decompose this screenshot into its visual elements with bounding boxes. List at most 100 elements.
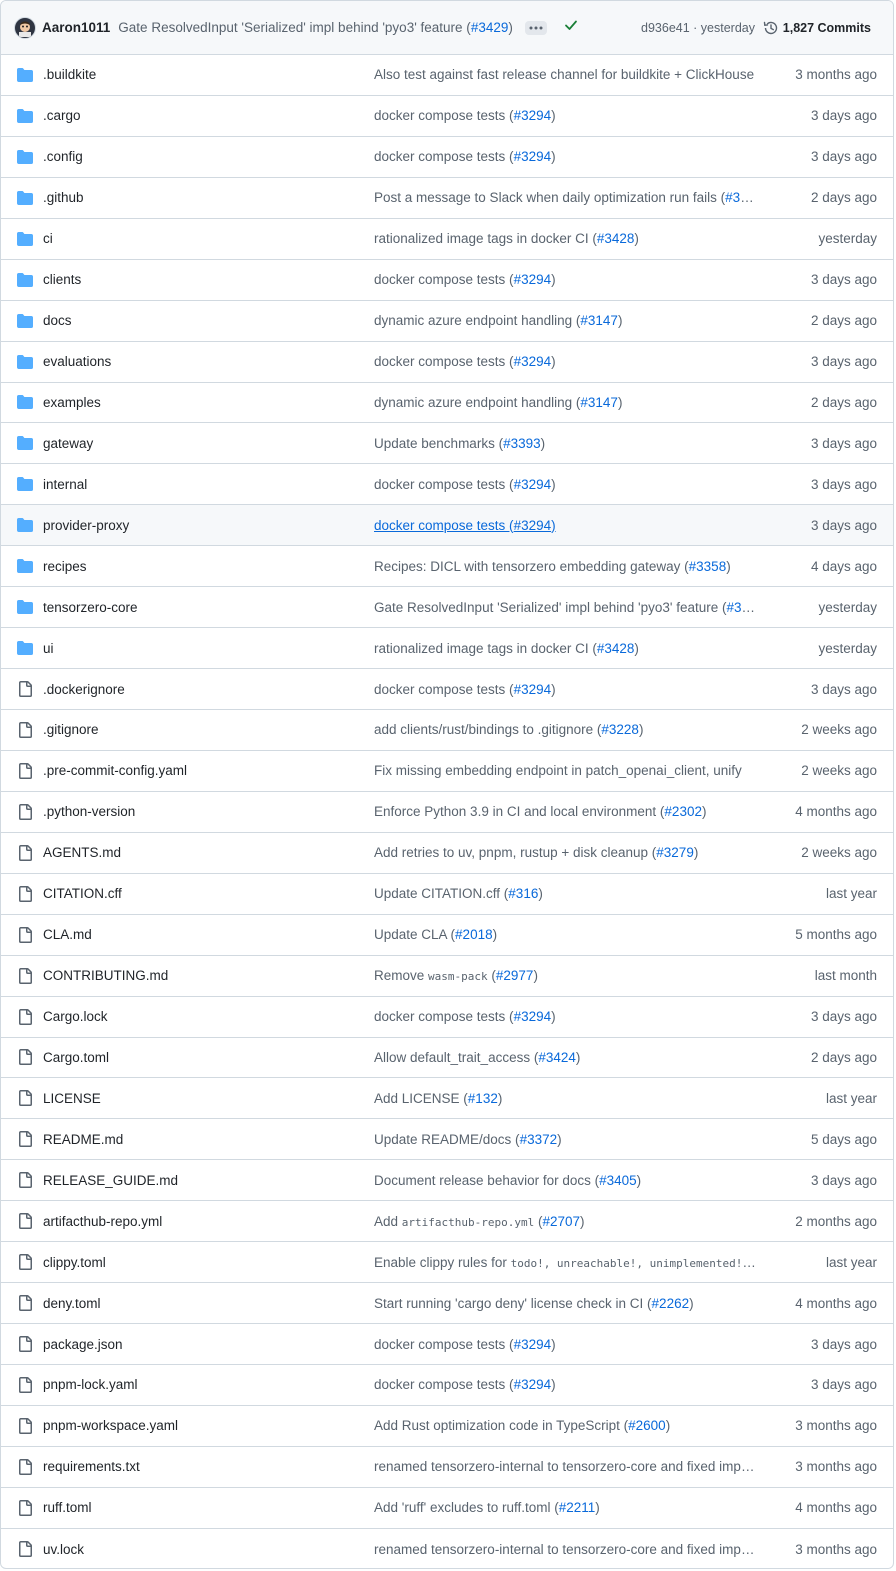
file-row[interactable]: .dockerignore docker compose tests (#3294… [1, 669, 893, 710]
commit-message-text[interactable]: docker compose tests ( [374, 1337, 514, 1352]
entry-name-link[interactable]: docs [43, 313, 72, 328]
pr-link[interactable]: #3428 [597, 231, 635, 246]
entry-name-link[interactable]: clippy.toml [43, 1255, 106, 1270]
commit-message-text[interactable]: docker compose tests ( [374, 149, 514, 164]
pr-link[interactable]: #3428 [597, 641, 635, 656]
folder-row[interactable]: .cargo docker compose tests (#3294) 3 days… [1, 96, 893, 137]
commit-message-text[interactable]: renamed tensorzero-internal to tensorzer… [374, 1459, 757, 1474]
file-row[interactable]: pnpm-workspace.yaml Add Rust optimization… [1, 1406, 893, 1447]
entry-commit-age[interactable]: 2 weeks ago [801, 763, 877, 778]
entry-commit-message[interactable]: docker compose tests (#3294) [374, 682, 757, 697]
folder-row[interactable]: clients docker compose tests (#3294) 3 day… [1, 260, 893, 301]
file-row[interactable]: ruff.toml Add 'ruff' excludes to ruff.tom… [1, 1488, 893, 1529]
entry-commit-age[interactable]: 4 months ago [795, 1296, 877, 1311]
file-row[interactable]: Cargo.lock docker compose tests (#3294) 3 … [1, 997, 893, 1038]
entry-commit-age[interactable]: 5 days ago [811, 1132, 877, 1147]
commit-message-text[interactable]: docker compose tests ( [374, 1377, 514, 1392]
pr-link[interactable]: #132 [468, 1091, 498, 1106]
commit-message-text[interactable]: Recipes: DICL with tensorzero embedding … [374, 559, 689, 574]
folder-row[interactable]: ci rationalized image tags in docker CI (… [1, 219, 893, 260]
pr-link[interactable]: #3294 [514, 108, 552, 123]
file-row[interactable]: package.json docker compose tests (#3294)… [1, 1324, 893, 1365]
entry-commit-message[interactable]: Add retries to uv, pnpm, rustup + disk c… [374, 845, 757, 860]
pr-link[interactable]: #3228 [601, 722, 639, 737]
entry-commit-message[interactable]: Update benchmarks (#3393) [374, 436, 757, 451]
pr-link[interactable]: #3429 [727, 600, 757, 615]
author-avatar[interactable] [14, 16, 36, 39]
pr-link[interactable]: #3294 [514, 477, 552, 492]
entry-name-link[interactable]: Cargo.lock [43, 1009, 108, 1024]
file-row[interactable]: clippy.toml Enable clippy rules for todo!… [1, 1242, 893, 1284]
pr-link[interactable]: #2018 [455, 927, 493, 942]
folder-row[interactable]: .github Post a message to Slack when dail… [1, 178, 893, 219]
entry-name-link[interactable]: .python-version [43, 804, 135, 819]
entry-name-link[interactable]: RELEASE_GUIDE.md [43, 1173, 178, 1188]
entry-name-link[interactable]: CITATION.cff [43, 886, 122, 901]
entry-commit-age[interactable]: 3 months ago [795, 1459, 877, 1474]
folder-row[interactable]: internal docker compose tests (#3294) 3 da… [1, 464, 893, 506]
entry-commit-age[interactable]: 3 days ago [811, 682, 877, 697]
file-row[interactable]: pnpm-lock.yaml docker compose tests (#329… [1, 1365, 893, 1406]
entry-name-link[interactable]: ruff.toml [43, 1500, 92, 1515]
entry-name-link[interactable]: AGENTS.md [43, 845, 121, 860]
entry-commit-age[interactable]: 4 months ago [795, 1500, 877, 1515]
entry-commit-message[interactable]: docker compose tests (#3294) [374, 108, 757, 123]
entry-commit-message[interactable]: Add LICENSE (#132) [374, 1091, 757, 1106]
folder-row[interactable]: provider-proxy docker compose tests (#329… [1, 505, 893, 547]
file-row[interactable]: .python-version Enforce Python 3.9 in CI … [1, 792, 893, 833]
entry-commit-message[interactable]: Add Rust optimization code in TypeScript… [374, 1418, 757, 1433]
entry-name-link[interactable]: .config [43, 149, 83, 164]
commit-message-text[interactable]: docker compose tests ( [374, 518, 514, 533]
commit-sha[interactable]: d936e41 [641, 21, 690, 35]
entry-commit-age[interactable]: 2 weeks ago [801, 845, 877, 860]
pr-link[interactable]: #3400 [725, 190, 757, 205]
entry-commit-age[interactable]: 3 days ago [811, 149, 877, 164]
entry-commit-message[interactable]: rationalized image tags in docker CI (#3… [374, 641, 757, 656]
file-row[interactable]: artifacthub-repo.yml Add artifacthub-repo… [1, 1201, 893, 1243]
folder-row[interactable]: examples dynamic azure endpoint handling … [1, 383, 893, 424]
entry-name-link[interactable]: gateway [43, 436, 93, 451]
entry-commit-message[interactable]: docker compose tests (#3294) [374, 149, 757, 164]
entry-commit-age[interactable]: last year [826, 1091, 877, 1106]
commit-message-text[interactable]: rationalized image tags in docker CI ( [374, 231, 597, 246]
commit-message-text[interactable]: renamed tensorzero-internal to tensorzer… [374, 1542, 757, 1557]
commit-message-text[interactable]: docker compose tests ( [374, 272, 514, 287]
commit-message-text[interactable]: docker compose tests ( [374, 477, 514, 492]
entry-commit-message[interactable]: Update README/docs (#3372) [374, 1132, 757, 1147]
file-row[interactable]: uv.lock renamed tensorzero-internal to te… [1, 1529, 893, 1568]
commits-count[interactable]: 1,827 Commits [783, 21, 871, 35]
entry-commit-age[interactable]: 3 days ago [811, 1173, 877, 1188]
commit-message-text[interactable]: Add LICENSE ( [374, 1091, 468, 1106]
entry-commit-age[interactable]: yesterday [818, 641, 877, 656]
ci-status-check-icon[interactable] [563, 17, 579, 38]
entry-commit-message[interactable]: Add artifacthub-repo.yml (#2707) [374, 1214, 757, 1229]
entry-commit-age[interactable]: yesterday [818, 231, 877, 246]
commit-message-text[interactable]: Gate ResolvedInput 'Serialized' impl beh… [118, 20, 471, 35]
pr-link[interactable]: #2600 [628, 1418, 666, 1433]
entry-commit-message[interactable]: add clients/rust/bindings to .gitignore … [374, 722, 757, 737]
entry-name-link[interactable]: internal [43, 477, 87, 492]
pr-link[interactable]: #3372 [520, 1132, 558, 1147]
entry-commit-message[interactable]: Document release behavior for docs (#340… [374, 1173, 757, 1188]
entry-commit-age[interactable]: last year [826, 1255, 877, 1270]
folder-row[interactable]: docs dynamic azure endpoint handling (#31… [1, 301, 893, 342]
pr-link[interactable]: #3358 [689, 559, 727, 574]
commit-message-text[interactable]: docker compose tests ( [374, 1009, 514, 1024]
file-row[interactable]: requirements.txt renamed tensorzero-inter… [1, 1447, 893, 1488]
entry-commit-message[interactable]: docker compose tests (#3294) [374, 1337, 757, 1352]
entry-commit-age[interactable]: 3 days ago [811, 436, 877, 451]
pr-link[interactable]: #3294 [514, 1009, 552, 1024]
entry-commit-age[interactable]: yesterday [818, 600, 877, 615]
commit-message-text[interactable]: Add Rust optimization code in TypeScript… [374, 1418, 628, 1433]
entry-commit-message[interactable]: Gate ResolvedInput 'Serialized' impl beh… [374, 600, 757, 615]
file-row[interactable]: LICENSE Add LICENSE (#132) last year [1, 1078, 893, 1120]
entry-commit-age[interactable]: 2 weeks ago [801, 722, 877, 737]
folder-row[interactable]: gateway Update benchmarks (#3393) 3 days a… [1, 423, 893, 465]
commit-message-text[interactable]: Add retries to uv, pnpm, rustup + disk c… [374, 845, 656, 860]
entry-commit-age[interactable]: 2 days ago [811, 190, 877, 205]
entry-name-link[interactable]: .github [43, 190, 84, 205]
entry-commit-message[interactable]: Allow default_trait_access (#3424) [374, 1050, 757, 1065]
entry-name-link[interactable]: LICENSE [43, 1091, 101, 1106]
inline-code[interactable]: todo!, unreachable!, unimplemented!, `..… [511, 1255, 757, 1270]
commit-message-text[interactable]: Update benchmarks ( [374, 436, 503, 451]
